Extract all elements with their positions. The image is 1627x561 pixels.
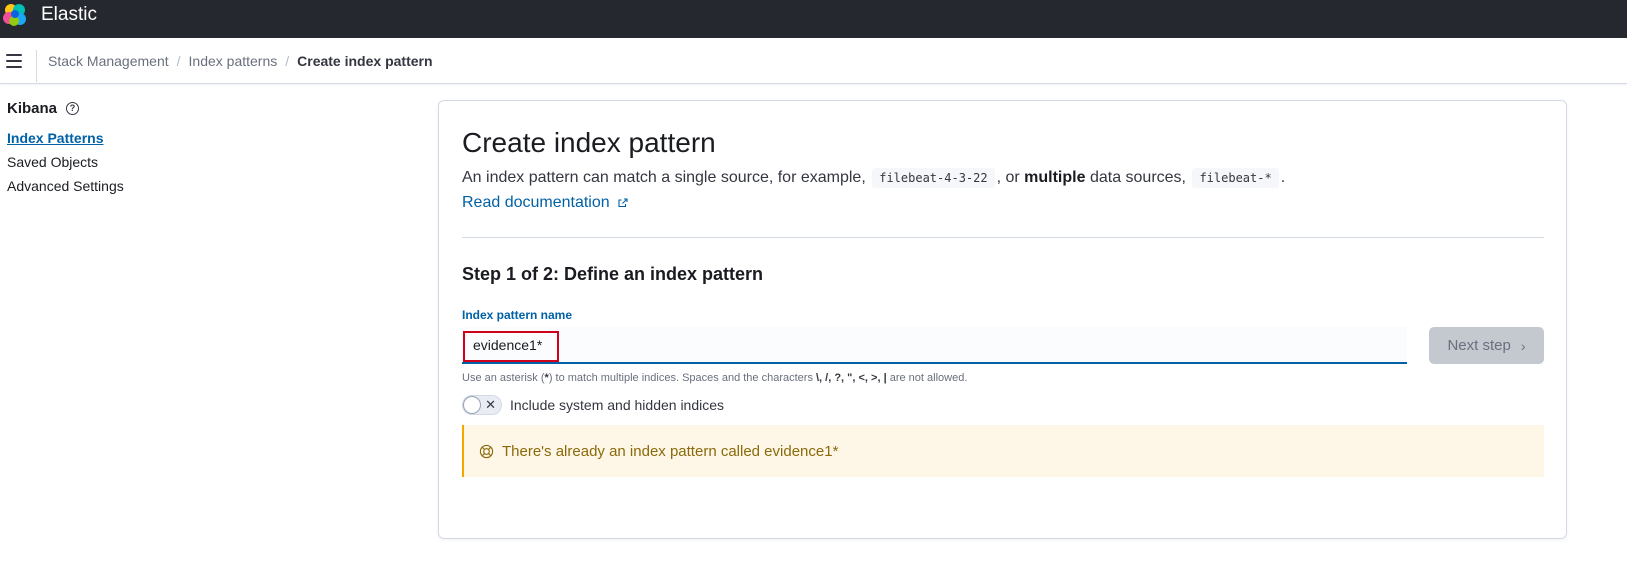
help-text-part: ) to match multiple indices. Spaces and …	[548, 372, 816, 384]
index-pattern-input-wrapper	[462, 327, 1407, 364]
create-index-pattern-panel: Create index pattern An index pattern ca…	[438, 100, 1567, 539]
step-title: Step 1 of 2: Define an index pattern	[462, 264, 764, 284]
example-code-multiple: filebeat-*	[1192, 168, 1279, 188]
help-text-part: are not allowed.	[886, 372, 968, 384]
question-circle-icon[interactable]: ?	[66, 102, 80, 115]
page-title: Create index pattern	[462, 127, 716, 158]
index-pattern-name-input[interactable]	[462, 327, 1407, 362]
brand-name: Elastic	[41, 4, 97, 25]
sidebar-title-label: Kibana	[7, 100, 58, 117]
include-hidden-toggle-row: ✕ Include system and hidden indices	[462, 395, 724, 415]
breadcrumb-current: Create index pattern	[297, 53, 433, 69]
breadcrumb: Stack Management / Index patterns / Crea…	[48, 53, 433, 69]
chevron-right-icon: ›	[1520, 337, 1526, 354]
sidebar-item-saved-objects[interactable]: Saved Objects	[7, 154, 227, 170]
elastic-logo[interactable]	[2, 2, 28, 28]
callout-text: There's already an index pattern called …	[502, 442, 839, 460]
lifebuoy-icon	[479, 444, 494, 458]
read-documentation-link[interactable]: Read documentation	[462, 194, 628, 212]
breadcrumb-separator: /	[176, 53, 181, 69]
breadcrumb-index-patterns[interactable]: Index patterns	[189, 53, 278, 69]
description: An index pattern can match a single sour…	[462, 168, 1286, 188]
include-hidden-indices-label: Include system and hidden indices	[510, 397, 725, 413]
breadcrumb-bar: Stack Management / Index patterns / Crea…	[0, 38, 1627, 84]
description-text: , or	[996, 169, 1025, 186]
description-text: An index pattern can match a single sour…	[462, 169, 871, 186]
next-step-label: Next step	[1447, 337, 1511, 354]
top-header: Elastic	[0, 0, 1627, 38]
help-text-chars: \, /, ?, ", <, >, |	[816, 372, 887, 384]
help-text-part: Use an asterisk (	[462, 372, 545, 384]
breadcrumb-separator: /	[285, 53, 290, 69]
external-link-icon	[618, 198, 628, 207]
include-hidden-indices-toggle[interactable]: ✕	[462, 395, 502, 415]
example-code-single: filebeat-4-3-22	[872, 168, 995, 188]
warning-callout: There's already an index pattern called …	[462, 425, 1544, 477]
next-step-button[interactable]: Next step ›	[1429, 327, 1544, 364]
cross-icon: ✕	[485, 397, 496, 412]
description-text: .	[1280, 169, 1286, 186]
hamburger-menu-icon[interactable]	[6, 54, 22, 68]
divider	[36, 50, 37, 82]
input-help-text: Use an asterisk (*) to match multiple in…	[462, 372, 967, 384]
section-divider	[462, 237, 1544, 238]
read-documentation-label: Read documentation	[462, 194, 610, 211]
index-pattern-name-label: Index pattern name	[462, 308, 573, 322]
breadcrumb-stack-management[interactable]: Stack Management	[48, 53, 169, 69]
description-text: data sources,	[1085, 169, 1191, 186]
sidebar: Kibana ? Index Patterns Saved Objects Ad…	[7, 100, 227, 194]
sidebar-item-index-patterns[interactable]: Index Patterns	[7, 130, 227, 146]
toggle-knob	[463, 396, 481, 414]
sidebar-item-advanced-settings[interactable]: Advanced Settings	[7, 178, 227, 194]
description-bold: multiple	[1024, 169, 1086, 186]
sidebar-title: Kibana ?	[7, 100, 227, 117]
